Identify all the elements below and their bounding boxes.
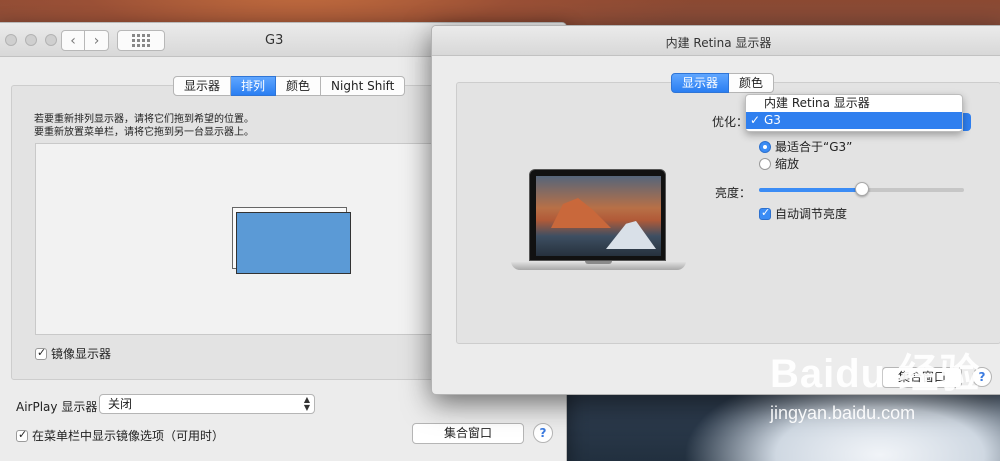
airplay-select[interactable]: 关闭 ▲ ▼ [99, 394, 315, 414]
tab-bar: 显示器 排列 颜色 Night Shift [173, 76, 406, 96]
tab-display[interactable]: 显示器 [173, 76, 232, 96]
tab-bar: 显示器 颜色 [671, 73, 775, 93]
auto-brightness-label: 自动调节亮度 [775, 207, 848, 221]
menu-item-g3[interactable]: ✓ G3 [746, 112, 962, 129]
macbook-illustration [511, 169, 686, 279]
resolution-best-radio[interactable] [759, 141, 771, 153]
menubar-mirroring-option[interactable]: 在菜单栏中显示镜像选项（可用时） [16, 427, 224, 444]
baidu-jingyan-watermark: Baidu 经验 jingyan.baidu.com [770, 352, 1000, 452]
optimize-for-menu[interactable]: 内建 Retina 显示器 ✓ G3 [745, 94, 963, 132]
hint-line-1: 若要重新排列显示器，请将它们拖到希望的位置。 [34, 114, 254, 125]
window-title: G3 [265, 33, 284, 48]
tab-night-shift[interactable]: Night Shift [321, 76, 406, 96]
arrangement-hint: 若要重新排列显示器，请将它们拖到希望的位置。 要重新放置菜单栏，请将它拖到另一台… [34, 113, 254, 139]
resolution-best-option[interactable]: 最适合于“G3” [759, 138, 852, 155]
show-all-grid-icon[interactable] [117, 30, 165, 51]
brightness-slider[interactable] [759, 182, 964, 196]
watermark-brand: Baidu 经验 [770, 352, 981, 396]
brightness-knob[interactable] [854, 182, 869, 196]
menubar-mirroring-label: 在菜单栏中显示镜像选项（可用时） [32, 429, 225, 443]
tab-arrangement[interactable]: 排列 [231, 76, 277, 96]
airplay-value: 关闭 [108, 397, 133, 411]
retina-window-titlebar[interactable]: 内建 Retina 显示器 [432, 26, 1000, 56]
optimize-popup-edge[interactable] [963, 113, 971, 131]
forward-icon[interactable]: › [85, 30, 109, 51]
help-button[interactable]: ? [533, 423, 553, 443]
auto-brightness-checkbox[interactable] [759, 206, 771, 220]
optimize-label: 优化： [712, 115, 749, 129]
display-icon[interactable] [236, 212, 351, 274]
resolution-scaled-radio[interactable] [759, 158, 771, 170]
auto-brightness-option[interactable]: 自动调节亮度 [759, 205, 847, 222]
menu-item-retina[interactable]: 内建 Retina 显示器 [746, 95, 962, 112]
checkmark-icon: ✓ [750, 113, 761, 127]
minimize-button[interactable] [25, 34, 37, 46]
retina-display-window: 内建 Retina 显示器 显示器 颜色 优化： 内建 Retina 显示器 ✓… [431, 25, 1000, 395]
brightness-fill [759, 188, 862, 192]
back-forward-control: ‹ › [61, 30, 109, 51]
close-button[interactable] [5, 34, 17, 46]
window-title: 内建 Retina 显示器 [665, 36, 772, 50]
mirror-displays-option[interactable]: 镜像显示器 [35, 345, 111, 362]
mirror-displays-checkbox[interactable] [35, 346, 47, 360]
brightness-label: 亮度： [715, 186, 752, 200]
window-controls [5, 34, 57, 46]
back-icon[interactable]: ‹ [61, 30, 85, 51]
tab-color[interactable]: 颜色 [729, 73, 775, 93]
zoom-button[interactable] [45, 34, 57, 46]
menubar-mirroring-checkbox[interactable] [16, 428, 28, 442]
watermark-url: jingyan.baidu.com [770, 403, 916, 423]
tab-color[interactable]: 颜色 [276, 76, 322, 96]
mirror-displays-label: 镜像显示器 [51, 347, 112, 361]
resolution-scaled-option[interactable]: 缩放 [759, 155, 799, 172]
gather-windows-button[interactable]: 集合窗口 [412, 423, 524, 444]
airplay-label: AirPlay 显示器： [16, 400, 110, 414]
tab-display[interactable]: 显示器 [671, 73, 730, 93]
select-arrows-icon: ▲ ▼ [303, 395, 310, 412]
hint-line-2: 要重新放置菜单栏，请将它拖到另一台显示器上。 [34, 127, 254, 138]
display-arrangement-area [35, 143, 455, 335]
